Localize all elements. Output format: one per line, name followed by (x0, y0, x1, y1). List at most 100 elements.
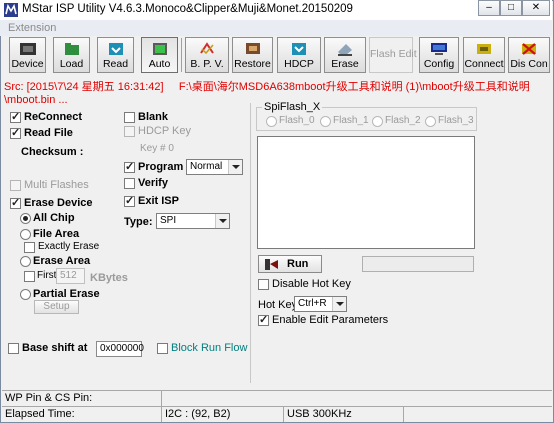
program-mode-select[interactable]: Normal (186, 159, 243, 175)
read-button[interactable]: Read (97, 37, 134, 73)
key-number-label: Key # 0 (140, 143, 174, 154)
disable-hot-key-checkbox[interactable] (258, 279, 269, 290)
checksum-label: Checksum : (21, 146, 84, 158)
blank-checkbox[interactable] (124, 112, 135, 123)
program-checkbox[interactable] (124, 160, 135, 173)
chevron-down-icon[interactable] (228, 160, 242, 174)
toolbar: Device Load Read Auto B. P. V. Restore H… (2, 37, 552, 73)
auto-button[interactable]: Auto (141, 37, 178, 73)
first-label: First (37, 270, 57, 281)
first-checkbox[interactable] (24, 271, 35, 282)
flash-0-label: Flash_0 (279, 115, 315, 126)
restore-label: Restore (234, 58, 271, 70)
disconnect-label: Dis Con (510, 58, 548, 70)
erase-area-label: Erase Area (33, 255, 91, 267)
exit-isp-checkbox[interactable] (124, 194, 135, 207)
toolbar-separator (181, 38, 182, 72)
device-icon (19, 43, 36, 55)
maximize-button[interactable]: □ (500, 0, 522, 16)
hdcp-label: HDCP (284, 58, 314, 70)
base-shift-checkbox[interactable] (8, 343, 19, 354)
erase-area-radio[interactable] (20, 256, 31, 267)
exactly-erase-checkbox[interactable] (24, 242, 35, 253)
file-area-label: File Area (33, 228, 80, 240)
reconnect-checkbox[interactable] (10, 110, 21, 123)
app-logo-icon (4, 3, 18, 17)
flash-edit-button[interactable]: Flash Edit (369, 37, 417, 73)
enable-edit-parameters-label: Enable Edit Parameters (272, 314, 389, 326)
load-label: Load (59, 58, 84, 70)
chevron-down-icon[interactable] (332, 297, 346, 311)
exit-isp-label: Exit ISP (138, 195, 179, 207)
menu-bar (0, 20, 552, 36)
status-row-1: WP Pin & CS Pin: (2, 390, 552, 406)
restore-button[interactable]: Restore (232, 37, 273, 73)
minimize-button[interactable]: – (478, 0, 500, 16)
log-output-box[interactable] (257, 136, 475, 249)
base-shift-input[interactable]: 0x000000 (96, 341, 144, 357)
run-icon (265, 259, 278, 270)
disable-hot-key-label: Disable Hot Key (272, 278, 351, 290)
kbytes-label: KBytes (90, 272, 128, 284)
block-run-flow-label: Block Run Flow (171, 342, 248, 354)
status-row-2: Elapsed Time: I2C : (92, B2) USB 300KHz (2, 406, 552, 422)
bpv-label: B. P. V. (190, 58, 224, 70)
load-icon (64, 43, 79, 55)
flash-3-radio[interactable] (425, 116, 436, 127)
progress-bar (362, 256, 474, 272)
first-size-input[interactable]: 512 (56, 268, 85, 284)
flash-3-label: Flash_3 (438, 115, 474, 126)
connect-button[interactable]: Connect (463, 37, 505, 73)
bpv-button[interactable]: B. P. V. (185, 37, 229, 73)
verify-checkbox[interactable] (124, 178, 135, 189)
file-area-radio[interactable] (20, 229, 31, 240)
read-file-checkbox[interactable] (10, 126, 21, 139)
block-run-flow-checkbox[interactable] (157, 343, 168, 354)
device-button[interactable]: Device (9, 37, 46, 73)
disconnect-icon (522, 43, 536, 55)
chevron-down-icon[interactable] (215, 214, 229, 228)
setup-button[interactable]: Setup (34, 300, 79, 314)
erase-device-checkbox[interactable] (10, 196, 21, 209)
type-value: SPI (160, 215, 177, 226)
multi-flashes-label: Multi Flashes (24, 179, 89, 191)
hot-key-select[interactable]: Ctrl+R (294, 296, 347, 312)
read-file-label: Read File (24, 127, 73, 139)
reconnect-label: ReConnect (24, 111, 83, 123)
config-button[interactable]: Config (419, 37, 459, 73)
flash-0-radio[interactable] (266, 116, 277, 127)
all-chip-radio[interactable] (20, 213, 31, 224)
enable-edit-parameters-checkbox[interactable] (258, 313, 269, 326)
window-controls: – □ ✕ (478, 0, 550, 16)
i2c-status: I2C : (92, B2) (162, 407, 284, 422)
load-button[interactable]: Load (53, 37, 90, 73)
type-select[interactable]: SPI (156, 213, 230, 229)
multi-flashes-checkbox[interactable] (10, 180, 21, 191)
connect-label: Connect (464, 58, 504, 70)
auto-icon (152, 43, 167, 55)
window-title: MStar ISP Utility V4.6.3.Monoco&Clipper&… (22, 3, 353, 15)
base-shift-label: Base shift at (22, 342, 88, 354)
close-button[interactable]: ✕ (522, 0, 550, 16)
source-path-line-1: Src: [2015\7\24 星期五 16:31:42] F:\桌面\海尔MS… (4, 81, 530, 93)
menu-extension[interactable]: Extension (8, 22, 56, 34)
flash-2-radio[interactable] (372, 116, 383, 127)
run-button[interactable]: Run (258, 255, 322, 273)
erase-button[interactable]: Erase (324, 37, 366, 73)
erase-device-label: Erase Device (24, 197, 93, 209)
hdcp-button[interactable]: HDCP (277, 37, 321, 73)
hot-key-value: Ctrl+R (298, 298, 327, 309)
usb-status: USB 300KHz (284, 407, 404, 422)
exactly-erase-label: Exactly Erase (38, 241, 100, 252)
program-mode-value: Normal (190, 161, 223, 172)
flash-1-label: Flash_1 (333, 115, 369, 126)
hdcp-icon (292, 43, 306, 55)
hdcp-key-checkbox[interactable] (124, 126, 135, 137)
partial-erase-radio[interactable] (20, 289, 31, 300)
auto-label: Auto (148, 58, 171, 70)
disconnect-button[interactable]: Dis Con (508, 37, 550, 73)
spiflash-group-title: SpiFlash_X (262, 101, 323, 113)
bpv-icon (200, 42, 214, 55)
flash-1-radio[interactable] (320, 116, 331, 127)
connect-icon (477, 44, 491, 54)
